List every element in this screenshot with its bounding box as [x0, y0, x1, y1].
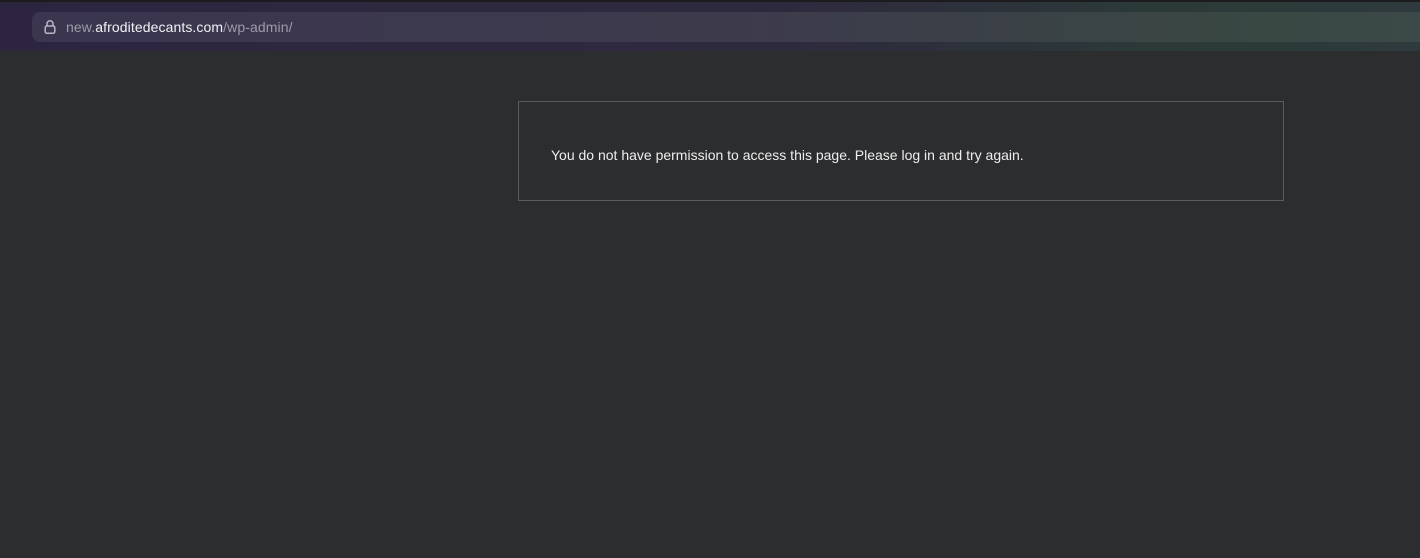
- url-prefix: new.: [66, 19, 96, 35]
- url-path: /wp-admin/: [223, 19, 293, 35]
- address-bar[interactable]: new.afroditedecants.com/wp-admin/: [32, 12, 1420, 42]
- lock-icon[interactable]: [43, 19, 57, 35]
- url-host: afroditedecants.com: [95, 19, 224, 35]
- page-content: You do not have permission to access thi…: [0, 51, 1420, 558]
- error-message-box: You do not have permission to access thi…: [518, 101, 1284, 201]
- browser-toolbar: new.afroditedecants.com/wp-admin/: [0, 0, 1420, 51]
- url-text[interactable]: new.afroditedecants.com/wp-admin/: [66, 18, 293, 36]
- error-message: You do not have permission to access thi…: [551, 147, 1024, 163]
